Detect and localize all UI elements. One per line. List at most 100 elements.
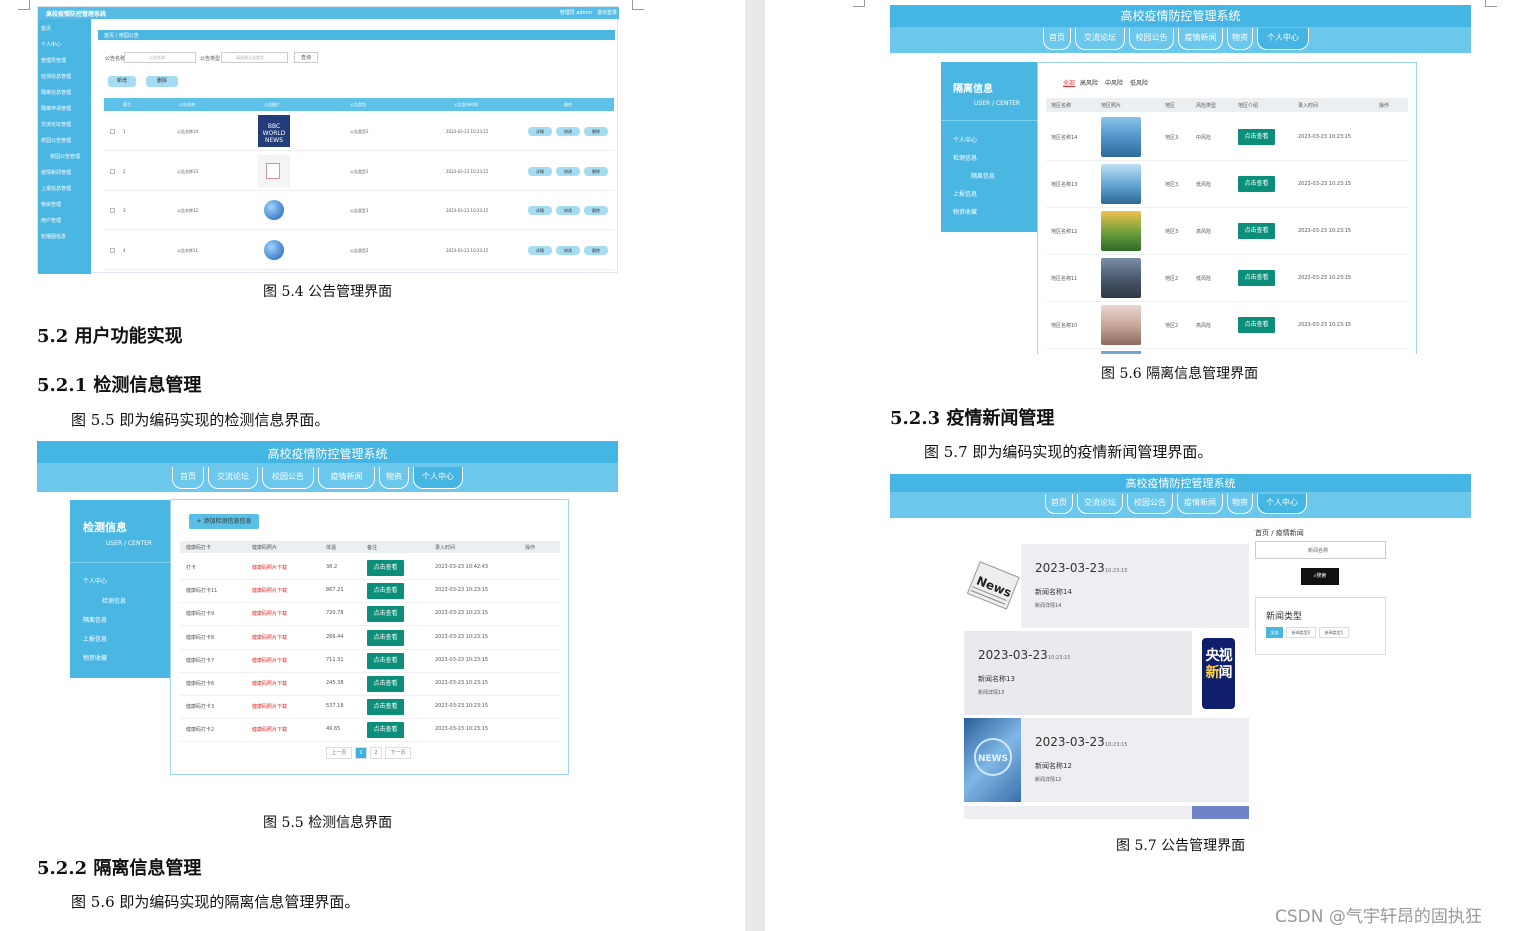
nav-item-0[interactable]: 首页 [1043, 28, 1071, 50]
row-download-link[interactable]: 健康码照片下载 [252, 657, 287, 664]
search-name-input[interactable]: 公告名称 [124, 52, 196, 63]
row-download-link[interactable]: 健康码照片下载 [252, 726, 287, 733]
row-view-button[interactable]: 点击查看 [1238, 176, 1275, 192]
row-view-button[interactable]: 点击查看 [367, 560, 404, 576]
row-view-button[interactable]: 点击查看 [367, 606, 404, 623]
news-card[interactable]: 2023-03-23 10:23:15 新闻名称13 新闻详情13 央视 新闻 [964, 631, 1249, 715]
nav-item-5[interactable]: 个人中心 [1257, 28, 1309, 50]
row-download-link[interactable]: 健康码照片下载 [252, 680, 287, 687]
row-action-2[interactable]: 删除 [584, 127, 608, 136]
sidebar-item[interactable]: 上报信息管理 [41, 185, 71, 192]
row-checkbox[interactable] [110, 208, 115, 213]
nav-item-2[interactable]: 校园公告 [1129, 28, 1174, 50]
nav-item-5[interactable]: 个人中心 [1257, 494, 1307, 514]
nav-item-0[interactable]: 首页 [172, 467, 204, 489]
nav-item-0[interactable]: 首页 [1045, 494, 1073, 514]
sidebar-item[interactable]: 疫情新闻管理 [41, 169, 71, 176]
sidebar-item[interactable]: 检测信息管理 [41, 73, 71, 80]
row-checkbox[interactable] [110, 168, 115, 174]
nav-item-3[interactable]: 疫情新闻 [1177, 494, 1223, 514]
row-view-button[interactable]: 点击查看 [1238, 270, 1275, 286]
search-button[interactable]: 查询 [294, 52, 318, 63]
delete-button[interactable]: 删除 [146, 76, 178, 87]
row-view-button[interactable]: 点击查看 [367, 652, 404, 669]
sidebar-item[interactable]: 隔离申请管理 [41, 105, 71, 112]
search-type-select[interactable]: 请选择公告类型 [221, 52, 288, 63]
nav-item-4[interactable]: 物资 [1227, 28, 1253, 50]
row-action-0[interactable]: 详情 [528, 166, 552, 176]
side-item[interactable]: 个人中心 [83, 576, 107, 585]
row-action-1[interactable]: 修改 [556, 206, 580, 215]
sidebar-item[interactable]: 校园公告管理 [41, 137, 71, 144]
sidebar-item[interactable]: 用户管理 [41, 217, 61, 224]
row-action-2[interactable]: 删除 [584, 245, 608, 255]
sidebar-subitem[interactable]: 校园公告管理 [50, 153, 80, 160]
row-action-0[interactable]: 详情 [528, 206, 552, 215]
row-download-link[interactable]: 健康码照片下载 [252, 703, 287, 710]
row-download-link[interactable]: 健康码照片下载 [252, 564, 287, 571]
row-action-1[interactable]: 修改 [556, 166, 580, 176]
sidebar-item[interactable]: 隔离信息管理 [41, 89, 71, 96]
side-item[interactable]: 隔离信息 [971, 171, 995, 180]
sidebar-item[interactable]: 交流论坛管理 [41, 121, 71, 128]
row-download-link[interactable]: 健康码照片下载 [252, 634, 287, 641]
tab-low[interactable]: 低风险 [1130, 78, 1148, 87]
news-type-all[interactable]: 全部 [1266, 627, 1283, 638]
pager-2[interactable]: 2 [370, 747, 382, 759]
news-search-input[interactable]: 新闻名称 [1255, 541, 1386, 559]
row-view-button[interactable]: 点击查看 [367, 583, 404, 600]
row-download-link[interactable]: 健康码照片下载 [252, 610, 287, 617]
nav-item-2[interactable]: 校园公告 [1127, 494, 1173, 514]
row-view-button[interactable]: 点击查看 [1238, 129, 1275, 145]
add-detection-button[interactable]: + 添加检测信息信息 [189, 514, 259, 529]
side-item[interactable]: 检测信息 [953, 153, 977, 162]
row-view-button[interactable]: 点击查看 [367, 722, 404, 739]
nav-item-2[interactable]: 校园公告 [262, 467, 314, 489]
side-item[interactable]: 上报信息 [83, 634, 107, 643]
pager-3[interactable]: 下一页 [385, 747, 411, 759]
nav-item-1[interactable]: 交流论坛 [1077, 494, 1123, 514]
row-view-button[interactable]: 点击查看 [367, 699, 404, 716]
row-action-1[interactable]: 修改 [556, 127, 580, 136]
sidebar-item[interactable]: 物资管理 [41, 201, 61, 208]
row-action-2[interactable]: 删除 [584, 206, 608, 215]
tab-high[interactable]: 高风险 [1080, 78, 1098, 87]
news-card[interactable]: News 2023-03-23 10:23:15 新闻名称14 新闻详情14 [964, 544, 1249, 628]
side-item[interactable]: 检测信息 [102, 596, 126, 605]
add-button[interactable]: 新增 [108, 76, 136, 87]
nav-item-1[interactable]: 交流论坛 [208, 467, 258, 489]
row-action-2[interactable]: 删除 [584, 166, 608, 176]
side-item[interactable]: 上报信息 [953, 189, 977, 198]
news-card[interactable]: NEWS 2023-03-23 10:23:15 新闻名称12 新闻详情12 [964, 718, 1249, 802]
row-action-1[interactable]: 修改 [556, 245, 580, 255]
pager-1[interactable]: 1 [355, 747, 367, 759]
side-item[interactable]: 物资收藏 [953, 207, 977, 216]
nav-item-4[interactable]: 物资 [1227, 494, 1253, 514]
row-view-button[interactable]: 点击查看 [367, 629, 404, 646]
news-type-2[interactable]: 新闻类型2 [1286, 627, 1316, 638]
nav-item-3[interactable]: 疫情新闻 [1178, 28, 1223, 50]
row-view-button[interactable]: 点击查看 [1238, 223, 1275, 239]
row-action-0[interactable]: 详情 [528, 127, 552, 136]
sidebar-item[interactable]: 个人中心 [41, 41, 61, 48]
tab-all[interactable]: 全部 [1063, 78, 1075, 87]
row-download-link[interactable]: 健康码照片下载 [252, 587, 287, 594]
row-checkbox[interactable] [110, 129, 115, 134]
sidebar-item[interactable]: 首页 [41, 25, 51, 32]
news-type-1[interactable]: 新闻类型1 [1319, 627, 1349, 638]
sidebar-item[interactable]: 管理员管理 [41, 57, 66, 64]
side-item[interactable]: 个人中心 [953, 135, 977, 144]
row-view-button[interactable]: 点击查看 [1238, 317, 1275, 333]
news-search-button[interactable]: ⌕搜索 [1301, 568, 1339, 585]
row-checkbox[interactable] [110, 247, 115, 253]
tab-mid[interactable]: 中风险 [1105, 78, 1123, 87]
nav-item-5[interactable]: 个人中心 [413, 467, 463, 489]
pager-0[interactable]: 上一页 [326, 747, 352, 759]
row-action-0[interactable]: 详情 [528, 245, 552, 255]
sidebar-item[interactable]: 轮播图信息 [41, 233, 66, 240]
row-view-button[interactable]: 点击查看 [367, 676, 404, 692]
side-item[interactable]: 隔离信息 [83, 615, 107, 624]
nav-item-4[interactable]: 物资 [379, 467, 409, 489]
nav-item-3[interactable]: 疫情新闻 [318, 467, 375, 489]
nav-item-1[interactable]: 交流论坛 [1075, 28, 1125, 50]
